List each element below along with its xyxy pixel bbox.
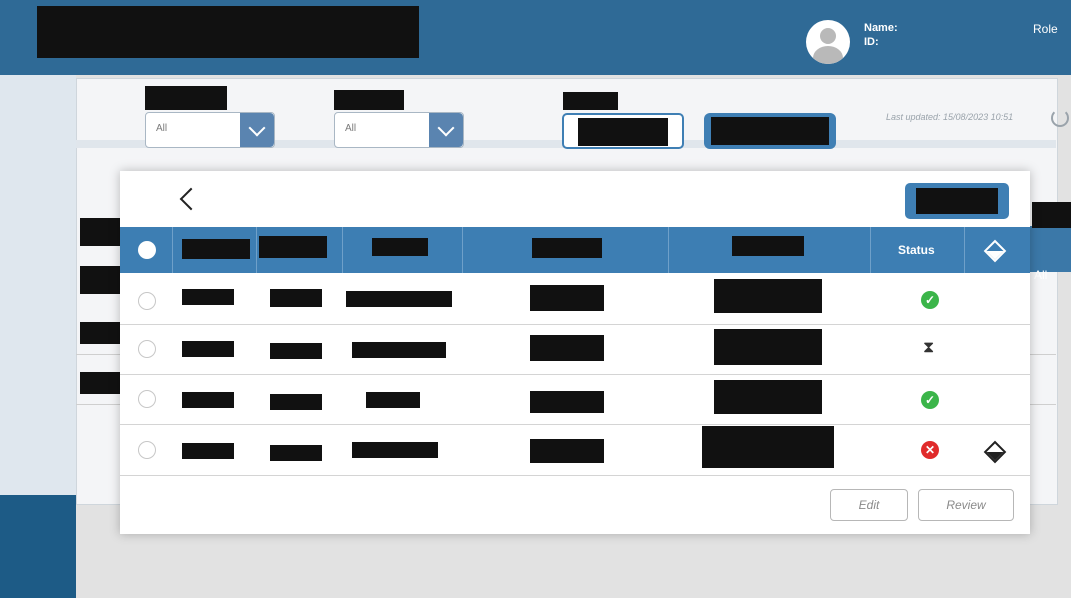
bg-filter-value: All [1034, 268, 1048, 282]
status-approved-icon: ✓ [921, 291, 939, 309]
chevron-down-icon[interactable] [429, 113, 463, 147]
user-name-label: Name: [864, 22, 898, 34]
select-all-radio[interactable] [138, 241, 156, 259]
detail-modal: Status ✓ ⧗ ✓ ✕ Edit Review [120, 171, 1030, 534]
filter2-dropdown[interactable]: All [334, 112, 464, 148]
back-arrow-icon[interactable] [179, 187, 203, 211]
sidebar-panel [0, 75, 76, 495]
filter1-label-redacted [145, 86, 227, 110]
status-rejected-icon: ✕ [921, 441, 939, 459]
filter2-label-redacted [334, 90, 404, 110]
role-label: Role [1033, 22, 1058, 36]
app-title-redacted [37, 6, 419, 58]
user-id-label: ID: [864, 36, 879, 48]
chevron-down-icon[interactable] [240, 113, 274, 147]
review-button[interactable]: Review [918, 489, 1014, 521]
user-avatar[interactable] [806, 20, 850, 64]
status-column-header: Status [898, 243, 935, 257]
status-approved-icon: ✓ [921, 391, 939, 409]
row-select-radio[interactable] [138, 441, 156, 459]
row-select-radio[interactable] [138, 292, 156, 310]
status-pending-hourglass-icon: ⧗ [923, 339, 935, 356]
filter1-value: All [156, 123, 168, 134]
edit-button[interactable]: Edit [830, 489, 908, 521]
last-updated-text: Last updated: 15/08/2023 10:51 [886, 112, 1014, 122]
row-select-radio[interactable] [138, 390, 156, 408]
filter3-label-redacted [563, 92, 618, 110]
refresh-icon[interactable] [1051, 109, 1069, 127]
row-eraser-icon[interactable] [983, 440, 1007, 464]
filter2-value: All [345, 123, 357, 134]
row-select-radio[interactable] [138, 340, 156, 358]
filter1-dropdown[interactable]: All [145, 112, 275, 148]
